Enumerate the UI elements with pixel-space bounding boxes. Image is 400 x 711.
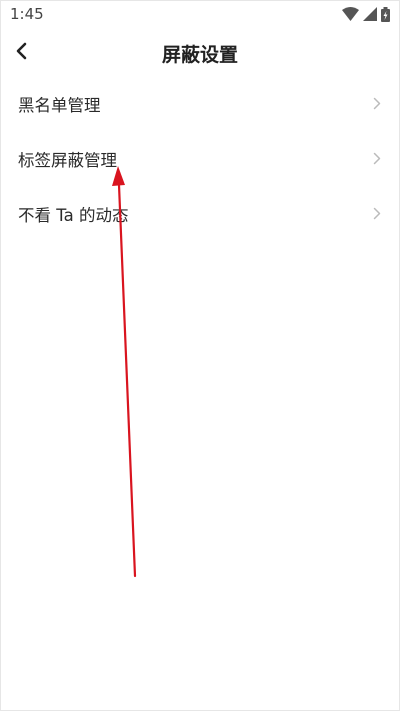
battery-icon [381, 6, 390, 22]
menu-item-blacklist[interactable]: 黑名单管理 [0, 76, 400, 131]
status-bar: 1:45 [0, 0, 400, 28]
wifi-icon [342, 7, 359, 21]
menu-item-hide-feed[interactable]: 不看 Ta 的动态 [0, 186, 400, 241]
menu-list: 黑名单管理 标签屏蔽管理 不看 Ta 的动态 [0, 76, 400, 241]
menu-item-label: 标签屏蔽管理 [18, 150, 117, 170]
signal-icon [363, 7, 377, 21]
menu-item-label: 黑名单管理 [18, 95, 101, 115]
menu-item-tag-block[interactable]: 标签屏蔽管理 [0, 131, 400, 186]
menu-item-label: 不看 Ta 的动态 [18, 205, 129, 225]
status-time: 1:45 [10, 5, 44, 23]
chevron-right-icon [373, 97, 381, 110]
chevron-right-icon [373, 152, 381, 165]
page-title: 屏蔽设置 [161, 44, 238, 66]
status-icons [342, 6, 390, 22]
chevron-right-icon [373, 207, 381, 220]
header: 屏蔽设置 [0, 28, 400, 78]
